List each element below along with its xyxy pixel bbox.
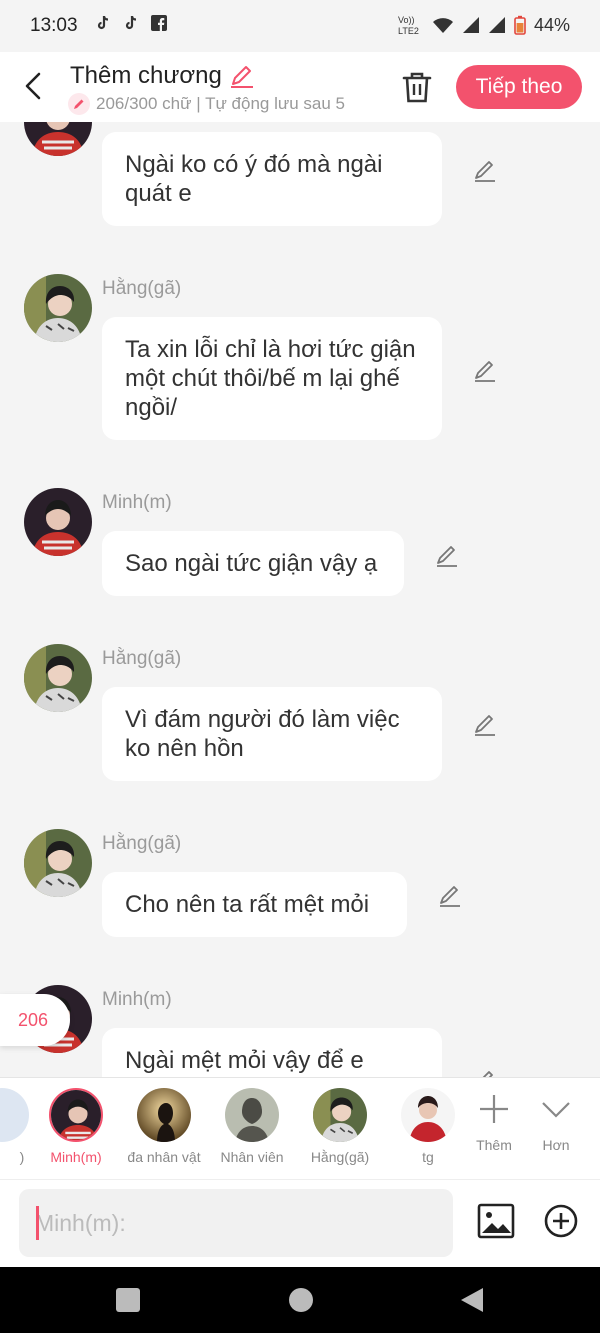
tiktok-icon bbox=[94, 14, 112, 32]
insert-image-button[interactable] bbox=[477, 1202, 515, 1240]
pencil-icon bbox=[68, 93, 90, 115]
character-name: Minh(m) bbox=[50, 1149, 102, 1165]
word-count-info: 206/300 chữ | Tự động lưu sau 5 bbox=[68, 93, 378, 115]
edit-message-icon[interactable] bbox=[472, 158, 498, 184]
message-author: Hằng(gã) bbox=[102, 648, 182, 669]
delete-button[interactable] bbox=[400, 69, 434, 105]
avatar-minh[interactable] bbox=[24, 122, 92, 156]
edit-message-icon[interactable] bbox=[434, 543, 460, 569]
character-avatar bbox=[225, 1088, 279, 1142]
edit-message-icon[interactable] bbox=[472, 1068, 498, 1077]
tiktok-icon bbox=[122, 14, 140, 32]
message-text: Sao ngài tức giận vậy ạ bbox=[125, 550, 378, 577]
add-character-label: Thêm bbox=[476, 1137, 512, 1153]
volte-icon: Vo))LTE2 bbox=[398, 15, 419, 36]
character-avatar bbox=[137, 1088, 191, 1142]
plus-icon bbox=[480, 1095, 508, 1123]
character-item-tg[interactable]: tg bbox=[388, 1088, 468, 1165]
character-selector: ) Minh(m) đa nhân vật Nhân viên Hằng(gã)… bbox=[0, 1077, 600, 1179]
message-bubble[interactable]: Sao ngài tức giận vậy ạ bbox=[102, 531, 404, 596]
message-text: Ngài ko có ý đó mà ngài quát e bbox=[125, 151, 383, 207]
message-author: Hằng(gã) bbox=[102, 278, 182, 299]
edit-message-icon[interactable] bbox=[472, 358, 498, 384]
chevron-left-icon bbox=[25, 72, 41, 100]
message-text: Ta xin lỗi chỉ là hơi tức giận một chút … bbox=[125, 336, 416, 421]
svg-text:LTE2: LTE2 bbox=[398, 26, 419, 36]
message-bubble[interactable]: Vì đám người đó làm việc ko nên hồn bbox=[102, 687, 442, 781]
more-button[interactable]: Hơn bbox=[526, 1092, 586, 1153]
character-item-hang[interactable]: Hằng(gã) bbox=[300, 1088, 380, 1165]
chat-area[interactable]: Ngài ko có ý đó mà ngài quát e Hằng(gã) … bbox=[0, 122, 600, 1077]
character-name: Hằng(gã) bbox=[310, 1149, 370, 1165]
add-more-button[interactable] bbox=[543, 1203, 579, 1239]
page-title-text: Thêm chương bbox=[70, 62, 222, 89]
back-nav-icon[interactable] bbox=[459, 1287, 485, 1313]
edit-message-icon[interactable] bbox=[472, 712, 498, 738]
home-icon[interactable] bbox=[288, 1287, 314, 1313]
message-author: Minh(m) bbox=[102, 989, 172, 1010]
character-item-staff[interactable]: Nhân viên bbox=[212, 1088, 292, 1165]
facebook-icon bbox=[150, 14, 168, 32]
signal-icon bbox=[462, 17, 479, 33]
add-character-button[interactable]: Thêm bbox=[464, 1092, 524, 1153]
svg-text:Vo)): Vo)) bbox=[398, 15, 415, 25]
battery-percent: 44% bbox=[533, 14, 570, 35]
battery-icon bbox=[514, 15, 526, 35]
composer bbox=[0, 1179, 600, 1267]
avatar-hang[interactable] bbox=[24, 274, 92, 342]
trash-icon bbox=[402, 72, 432, 103]
image-icon bbox=[477, 1203, 515, 1239]
character-name: tg bbox=[422, 1149, 434, 1165]
system-nav-bar bbox=[0, 1267, 600, 1333]
character-avatar bbox=[49, 1088, 103, 1142]
plus-circle-icon bbox=[544, 1204, 578, 1238]
avatar-minh[interactable] bbox=[24, 488, 92, 556]
word-count-text: 206/300 chữ | Tự động lưu sau 5 bbox=[96, 94, 346, 113]
word-count-badge[interactable]: 206 bbox=[0, 994, 70, 1046]
header: Thêm chương 206/300 chữ | Tự động lưu sa… bbox=[0, 52, 600, 122]
more-label: Hơn bbox=[542, 1137, 570, 1153]
message-bubble[interactable]: Ta xin lỗi chỉ là hơi tức giận một chút … bbox=[102, 317, 442, 440]
signal-icon bbox=[488, 17, 505, 33]
message-text: Vì đám người đó làm việc ko nên hồn bbox=[125, 706, 400, 762]
recent-apps-icon[interactable] bbox=[115, 1287, 141, 1313]
character-avatar bbox=[401, 1088, 455, 1142]
character-name: Nhân viên bbox=[220, 1149, 284, 1165]
message-bubble[interactable]: Cho nên ta rất mệt mỏi bbox=[102, 872, 407, 937]
next-button[interactable]: Tiếp theo bbox=[456, 65, 582, 109]
back-button[interactable] bbox=[18, 68, 50, 104]
avatar-hang[interactable] bbox=[24, 829, 92, 897]
status-time: 13:03 bbox=[30, 15, 78, 36]
character-item-minh[interactable]: Minh(m) bbox=[36, 1088, 116, 1165]
text-caret bbox=[36, 1206, 39, 1240]
message-input[interactable] bbox=[19, 1189, 453, 1257]
message-author: Hằng(gã) bbox=[102, 833, 182, 854]
edit-message-icon[interactable] bbox=[437, 883, 463, 909]
wifi-icon bbox=[432, 18, 453, 33]
character-avatar bbox=[313, 1088, 367, 1142]
character-name: đa nhân vật bbox=[127, 1149, 201, 1165]
chevron-down-icon bbox=[542, 1102, 570, 1118]
avatar-hang[interactable] bbox=[24, 644, 92, 712]
message-text: Ngài mệt mỏi vậy để e bbox=[125, 1047, 364, 1074]
message-author: Minh(m) bbox=[102, 492, 172, 513]
edit-title-icon[interactable] bbox=[228, 62, 256, 90]
character-avatar bbox=[0, 1088, 29, 1142]
message-bubble[interactable]: Ngài mệt mỏi vậy để e bbox=[102, 1028, 442, 1077]
message-text: Cho nên ta rất mệt mỏi bbox=[125, 891, 370, 918]
page-title: Thêm chương bbox=[70, 62, 256, 90]
character-item-multi[interactable]: đa nhân vật bbox=[124, 1088, 204, 1165]
status-bar: 13:03 Vo)) LTE2 44% bbox=[0, 0, 600, 52]
message-bubble[interactable]: Ngài ko có ý đó mà ngài quát e bbox=[102, 132, 442, 226]
